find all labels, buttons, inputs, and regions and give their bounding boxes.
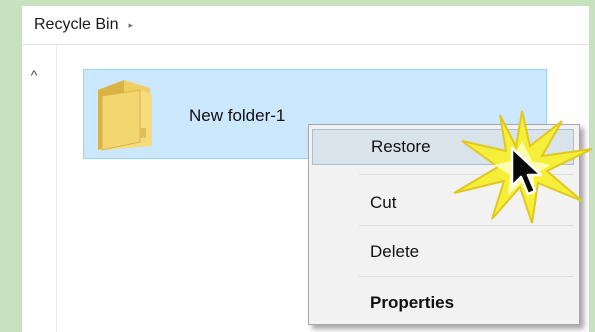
cursor-arrow-icon bbox=[510, 146, 543, 196]
menu-item-properties[interactable]: Properties bbox=[312, 280, 574, 326]
menu-separator bbox=[359, 276, 573, 277]
folder-icon bbox=[98, 80, 152, 151]
chevron-right-icon[interactable]: ▸ bbox=[128, 20, 133, 31]
navigation-pane: ^ bbox=[22, 45, 57, 332]
menu-item-delete[interactable]: Delete bbox=[312, 229, 574, 275]
explorer-window: Recycle Bin ▸ ^ New folder-1 Restore Cut… bbox=[22, 6, 593, 332]
breadcrumb-recycle-bin[interactable]: Recycle Bin bbox=[34, 16, 118, 34]
collapse-icon[interactable]: ^ bbox=[27, 68, 41, 82]
file-name: New folder-1 bbox=[189, 106, 286, 125]
address-bar: Recycle Bin ▸ bbox=[22, 6, 589, 45]
